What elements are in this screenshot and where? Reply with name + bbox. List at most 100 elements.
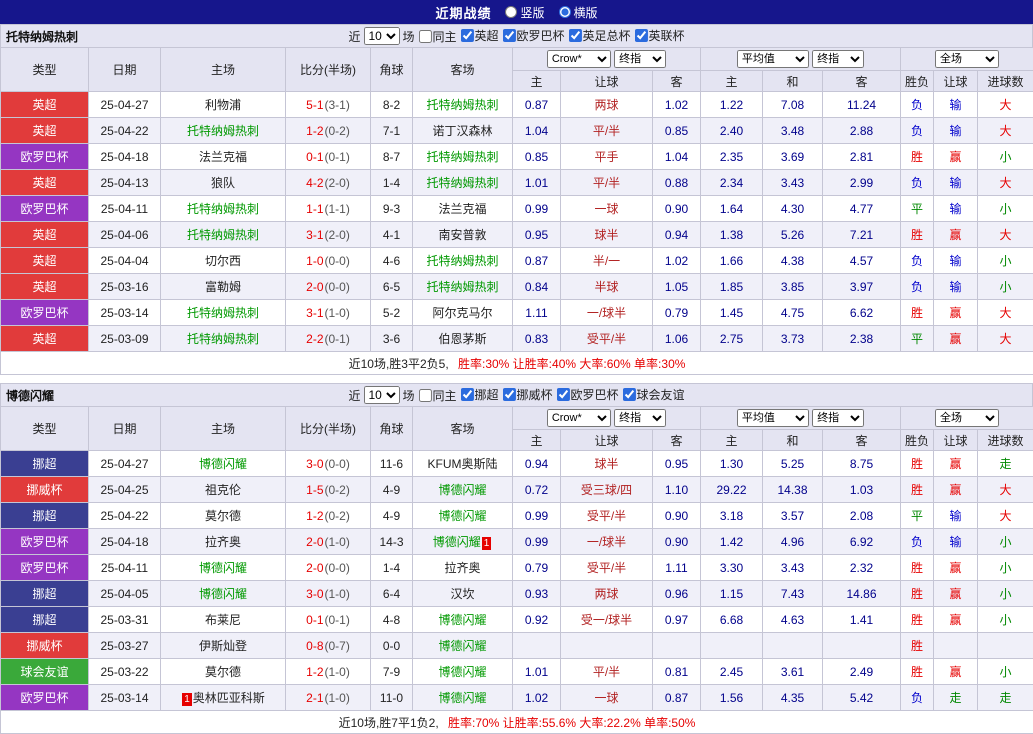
score-cell: 0-8(0-7)	[286, 633, 371, 659]
handicap-cell: 一/球半	[561, 529, 653, 555]
league-checkbox[interactable]	[503, 388, 516, 401]
league-filter[interactable]: 欧罗巴杯	[499, 27, 565, 44]
team-name-text: 博德闪耀	[199, 457, 247, 471]
avg-source-select[interactable]: 平均值	[737, 50, 809, 68]
avg-away-cell: 6.62	[823, 300, 901, 326]
league-filter[interactable]: 英足总杯	[565, 27, 631, 44]
avg-away-cell: 1.41	[823, 607, 901, 633]
goals-result-cell: 走	[978, 451, 1033, 477]
same-home-checkbox[interactable]	[418, 30, 431, 43]
league-checkbox[interactable]	[557, 388, 570, 401]
section-header: 托特纳姆热刺 近 10 场 同主 英超欧罗巴杯英足总杯英联杯	[0, 24, 1033, 47]
layout-option-horizontal[interactable]: 横版	[559, 4, 598, 21]
team-name-text: 托特纳姆热刺	[187, 228, 259, 242]
avg-time-select[interactable]: 终指	[812, 50, 864, 68]
home-odds-cell: 0.83	[513, 326, 561, 352]
goals-result-cell: 小	[978, 144, 1033, 170]
same-home-filter[interactable]: 同主	[414, 387, 456, 404]
league-filter[interactable]: 英联杯	[631, 27, 685, 44]
avg-time-select[interactable]: 终指	[812, 409, 864, 427]
match-row: 挪超25-04-27博德闪耀3-0(0-0)11-6KFUM奥斯陆0.94球半0…	[1, 451, 1033, 477]
goals-result-cell: 小	[978, 274, 1033, 300]
fulltime-score: 1-1	[306, 202, 323, 216]
league-filter[interactable]: 挪威杯	[499, 386, 553, 403]
score-cell: 2-1(1-0)	[286, 685, 371, 711]
avg-source-select[interactable]: 平均值	[737, 409, 809, 427]
section-header: 博德闪耀 近 10 场 同主 挪超挪威杯欧罗巴杯球会友谊	[0, 383, 1033, 406]
avg-home-cell: 1.85	[701, 274, 763, 300]
league-filter[interactable]: 球会友谊	[619, 386, 685, 403]
col-handicap: 让球	[561, 430, 653, 451]
summary-text: 近10场,胜3平2负5,	[349, 357, 449, 371]
league-filter[interactable]: 挪超	[456, 386, 498, 403]
league-checkbox[interactable]	[635, 29, 648, 42]
league-checkbox[interactable]	[623, 388, 636, 401]
home-team-cell: 托特纳姆热刺	[161, 300, 286, 326]
handicap-result-cell: 输	[934, 529, 978, 555]
away-team-cell: 博德闪耀	[413, 659, 513, 685]
vertical-layout-radio[interactable]	[505, 6, 517, 18]
avg-home-cell: 1.38	[701, 222, 763, 248]
league-checkbox[interactable]	[569, 29, 582, 42]
score-cell: 2-0(0-0)	[286, 274, 371, 300]
away-odds-cell: 1.06	[653, 326, 701, 352]
league-filter-label: 欧罗巴杯	[517, 27, 565, 44]
fulltime-score: 0-8	[306, 639, 323, 653]
team-name-text: 切尔西	[205, 254, 241, 268]
league-checkbox[interactable]	[460, 388, 473, 401]
home-odds-cell: 1.04	[513, 118, 561, 144]
avg-draw-cell: 3.73	[763, 326, 823, 352]
horizontal-layout-radio[interactable]	[559, 6, 571, 18]
avg-home-cell: 2.40	[701, 118, 763, 144]
match-row: 欧罗巴杯25-03-141奥林匹亚科斯2-1(1-0)11-0博德闪耀1.02一…	[1, 685, 1033, 711]
halftime-score: (0-7)	[325, 639, 350, 653]
corner-cell: 11-6	[371, 451, 413, 477]
fulltime-select[interactable]: 全场	[935, 50, 999, 68]
home-odds-cell: 0.99	[513, 503, 561, 529]
match-count-select[interactable]: 10	[363, 27, 399, 45]
away-team-cell: 博德闪耀	[413, 607, 513, 633]
col-handicap-result: 让球	[934, 430, 978, 451]
home-team-cell: 切尔西	[161, 248, 286, 274]
corner-cell: 3-6	[371, 326, 413, 352]
odds-time-select[interactable]: 终指	[614, 50, 666, 68]
home-team-cell: 富勒姆	[161, 274, 286, 300]
fulltime-score: 4-2	[306, 176, 323, 190]
result-cell: 平	[901, 503, 934, 529]
avg-away-cell: 6.92	[823, 529, 901, 555]
away-team-cell: 博德闪耀	[413, 633, 513, 659]
avg-draw-cell: 7.08	[763, 92, 823, 118]
fulltime-score: 3-1	[306, 306, 323, 320]
col-odds-away: 客	[653, 430, 701, 451]
page-title: 近期战绩	[435, 3, 491, 22]
home-odds-cell	[513, 633, 561, 659]
layout-option-vertical[interactable]: 竖版	[505, 4, 544, 21]
halftime-score: (1-0)	[325, 691, 350, 705]
avg-draw-cell: 5.26	[763, 222, 823, 248]
games-label: 场	[402, 387, 414, 404]
same-home-label: 同主	[432, 28, 456, 45]
away-odds-cell: 0.96	[653, 581, 701, 607]
same-home-filter[interactable]: 同主	[414, 28, 456, 45]
handicap-cell: 平手	[561, 144, 653, 170]
col-avg-home: 主	[701, 430, 763, 451]
team-name-text: 托特纳姆热刺	[187, 306, 259, 320]
handicap-result-cell: 赢	[934, 607, 978, 633]
corner-cell: 6-4	[371, 581, 413, 607]
league-filter[interactable]: 英超	[456, 27, 498, 44]
same-home-checkbox[interactable]	[418, 389, 431, 402]
odds-source-select[interactable]: Crow*	[547, 50, 611, 68]
fulltime-select[interactable]: 全场	[935, 409, 999, 427]
avg-draw-cell: 4.30	[763, 196, 823, 222]
match-count-select[interactable]: 10	[363, 386, 399, 404]
league-checkbox[interactable]	[503, 29, 516, 42]
near-label: 近	[348, 28, 360, 45]
odds-time-select[interactable]: 终指	[614, 409, 666, 427]
home-team-cell: 法兰克福	[161, 144, 286, 170]
league-filter[interactable]: 欧罗巴杯	[553, 386, 619, 403]
league-cell: 挪超	[1, 451, 89, 477]
odds-source-select[interactable]: Crow*	[547, 409, 611, 427]
team-name-text: 托特纳姆热刺	[426, 150, 498, 164]
away-team-cell: 伯恩茅斯	[413, 326, 513, 352]
league-checkbox[interactable]	[460, 29, 473, 42]
